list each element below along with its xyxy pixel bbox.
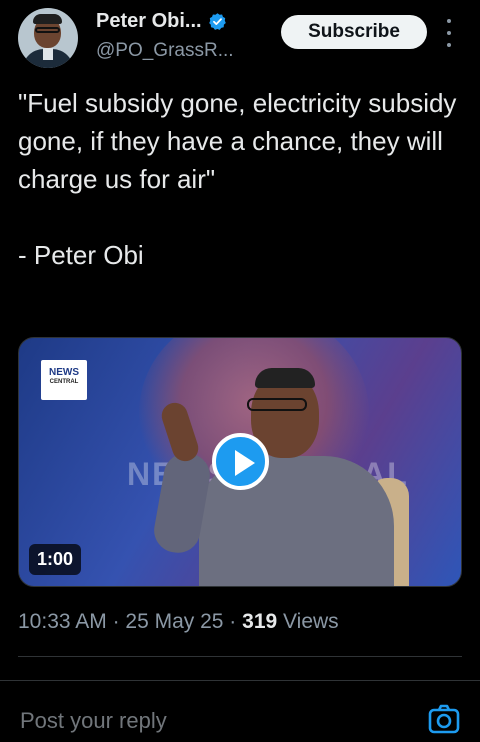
tweet-header: Peter Obi... @PO_GrassR... Subscribe [0, 0, 480, 78]
reply-divider [0, 680, 480, 681]
subscribe-button[interactable]: Subscribe [281, 15, 427, 49]
reply-input[interactable]: Post your reply [20, 708, 167, 734]
tweet-time[interactable]: 10:33 AM [18, 610, 107, 634]
video-duration: 1:00 [29, 544, 82, 575]
author-name-row[interactable]: Peter Obi... [96, 10, 227, 33]
views-label[interactable]: Views [283, 610, 339, 634]
camera-icon[interactable] [428, 704, 460, 734]
tweet-date[interactable]: 25 May 25 [125, 610, 223, 634]
speaker-glasses [247, 398, 307, 411]
verified-badge-icon [208, 13, 226, 30]
meta-separator-2: · [223, 610, 243, 633]
views-count[interactable]: 319 [242, 610, 277, 634]
logo-line1: NEWS [49, 367, 79, 378]
author-display-name[interactable]: Peter Obi... [96, 10, 202, 33]
divider [18, 656, 462, 657]
news-central-logo: NEWS CENTRAL [41, 360, 87, 400]
video-media[interactable]: NEWS CENTRAL NEWS CENTRAL 1:00 [18, 337, 462, 587]
tweet-text: "Fuel subsidy gone, electricity subsidy … [18, 88, 457, 270]
tweet-meta: 10:33 AM · 25 May 25 · 319 Views [18, 610, 339, 634]
more-options-icon[interactable] [444, 19, 454, 47]
meta-separator: · [106, 610, 126, 633]
play-icon[interactable] [212, 433, 269, 490]
speaker-hair [255, 368, 315, 388]
author-handle[interactable]: @PO_GrassR... [96, 40, 234, 62]
logo-line2: CENTRAL [49, 379, 79, 385]
author-avatar[interactable] [18, 8, 78, 68]
